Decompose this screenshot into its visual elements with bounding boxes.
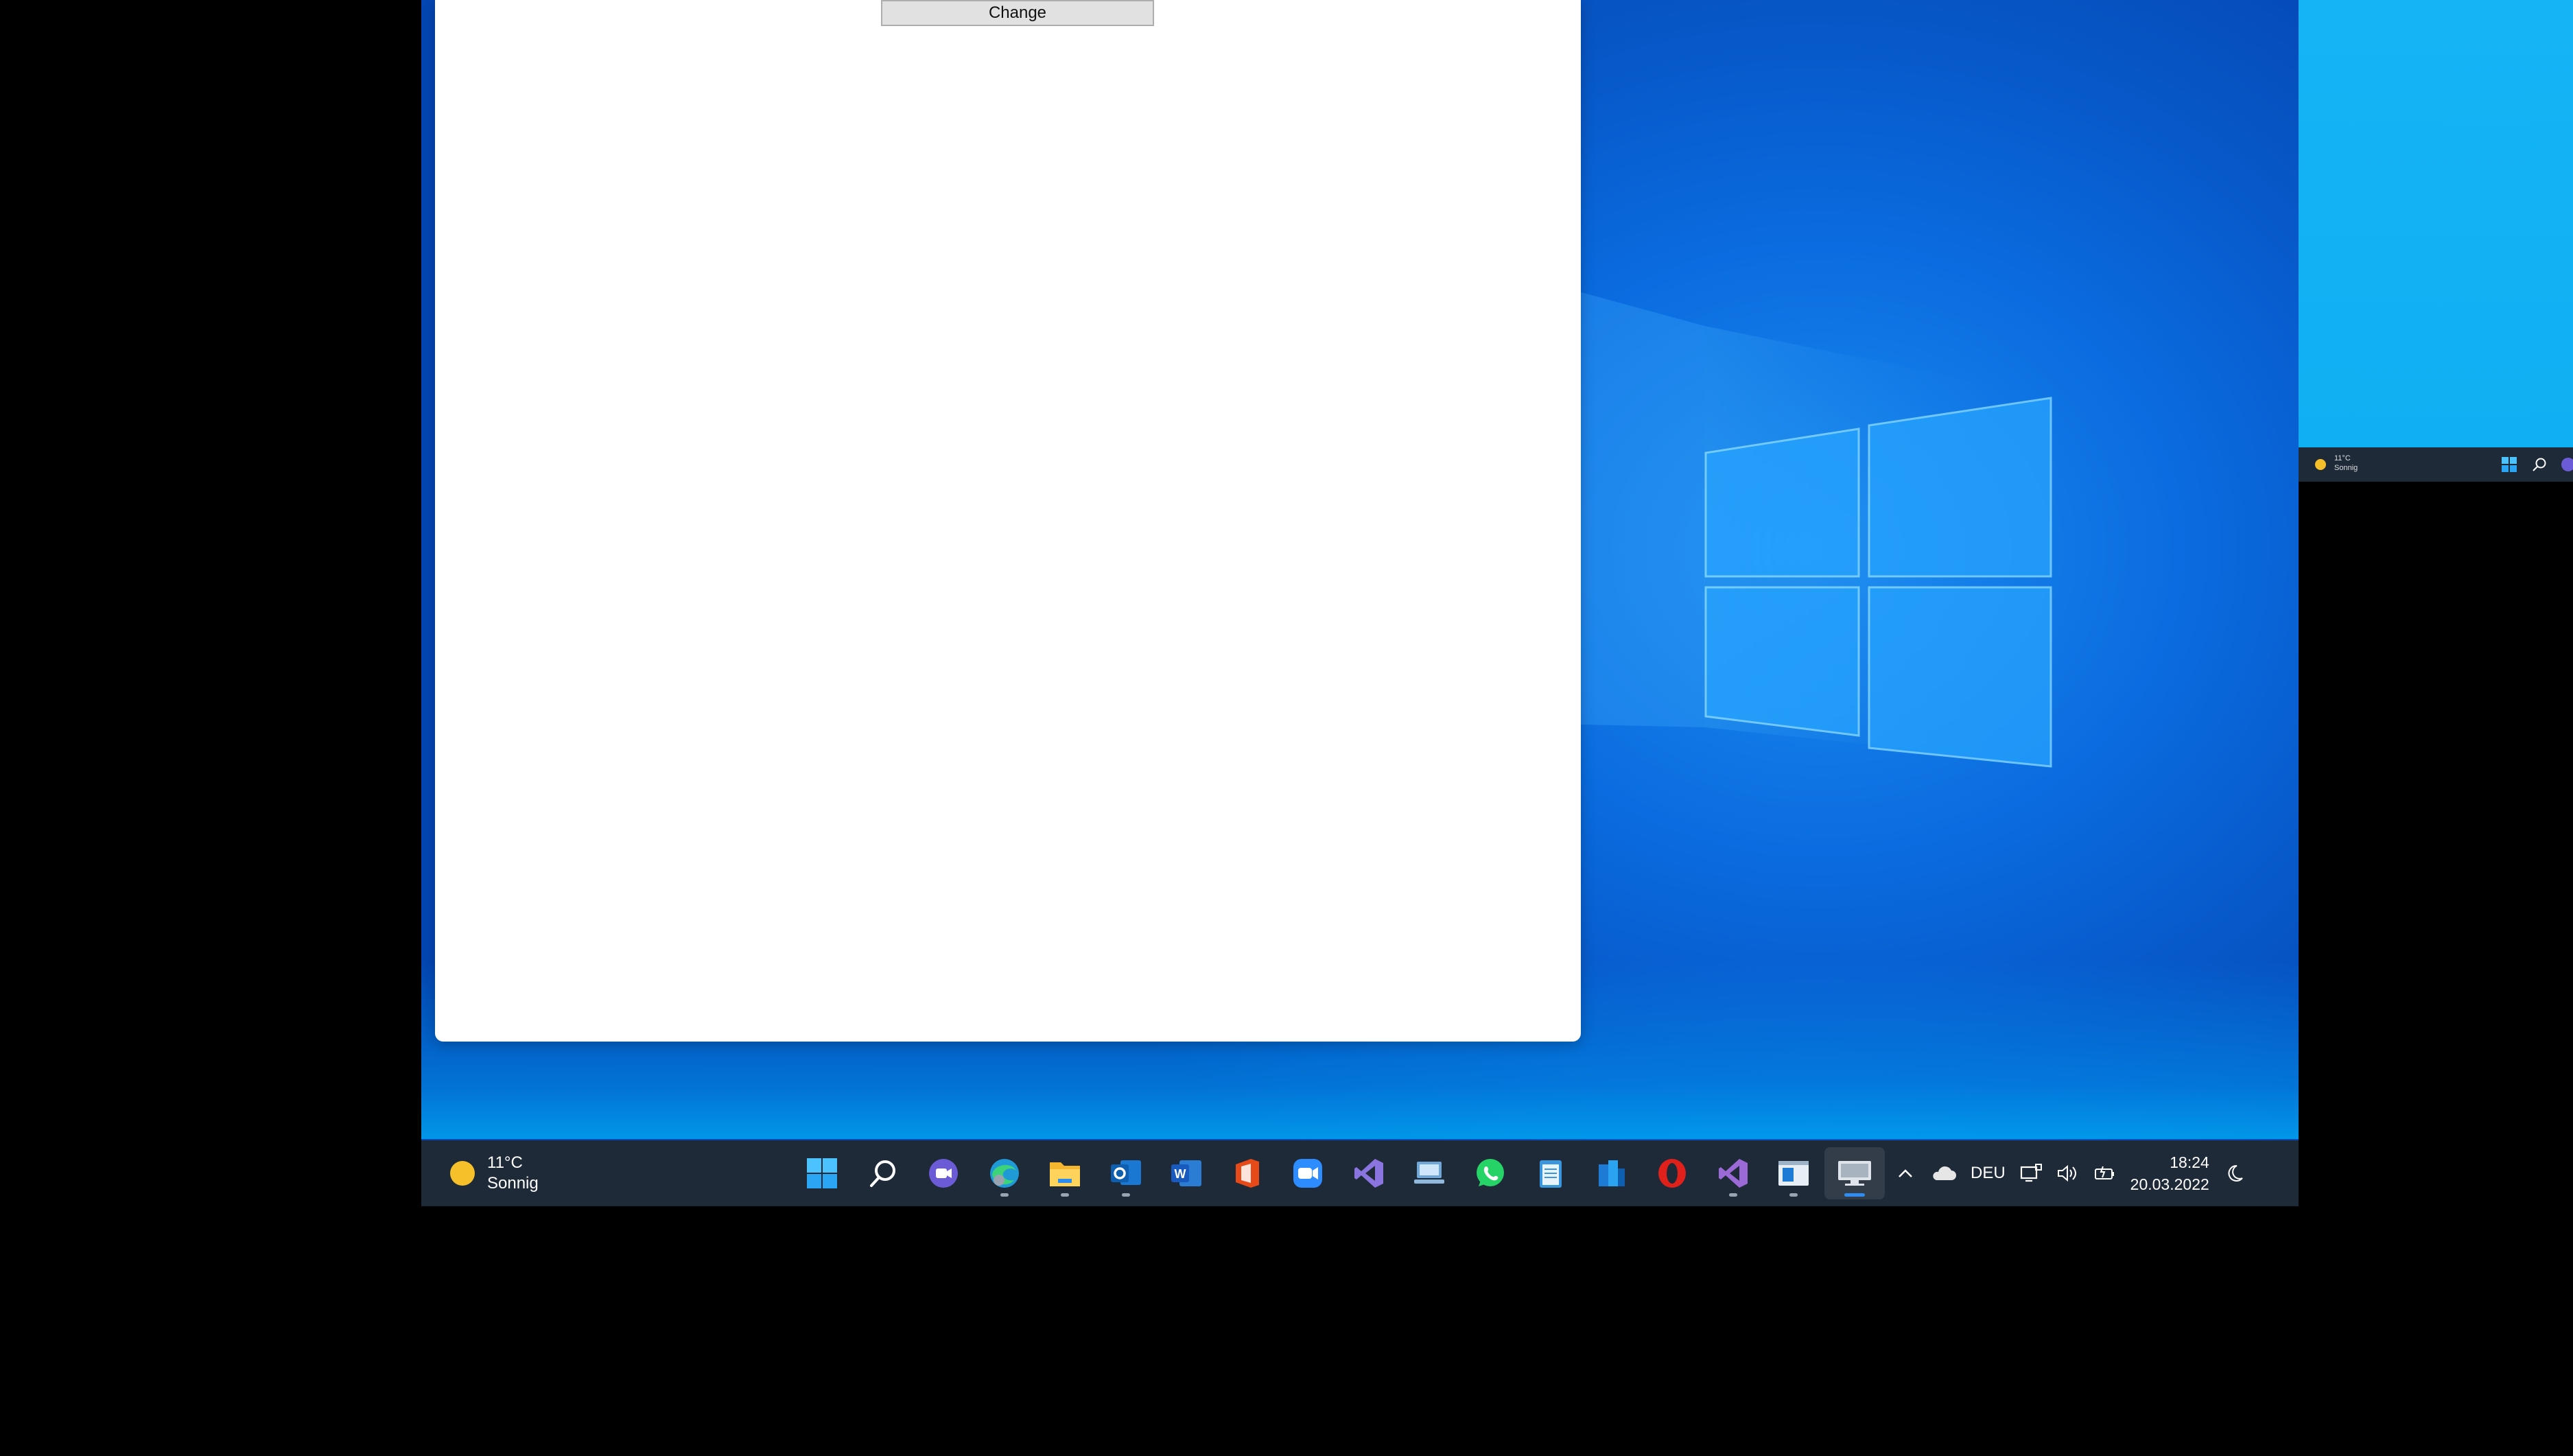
- word-icon: W: [1171, 1160, 1202, 1186]
- start-button[interactable]: [792, 1147, 853, 1199]
- weather-temperature: 11°C: [487, 1153, 523, 1172]
- weather-condition: Sonnig: [487, 1174, 539, 1193]
- clock[interactable]: 18:24 20.03.2022: [2130, 1151, 2209, 1195]
- running-indicator: [1728, 1193, 1737, 1197]
- desktop: Change 11°C Sonnig W DEU 18:24 20.03.202…: [421, 0, 2299, 1206]
- search-button[interactable]: [853, 1147, 914, 1199]
- whatsapp-icon: [1476, 1159, 1504, 1186]
- second-desktop: [2299, 0, 2573, 447]
- opera-button[interactable]: [1642, 1147, 1703, 1199]
- zoom-icon: [1293, 1159, 1323, 1188]
- sun-icon: [450, 1161, 475, 1186]
- taskbar-apps: W: [792, 1147, 1885, 1199]
- svg-text:W: W: [1175, 1167, 1186, 1181]
- clock-date: 20.03.2022: [2130, 1175, 2209, 1193]
- opera-icon: [1658, 1159, 1687, 1188]
- network-icon: [2020, 1164, 2042, 1182]
- edge-button[interactable]: [974, 1147, 1035, 1199]
- moon-icon: [2228, 1164, 2243, 1182]
- windows-logo-wallpaper: [1553, 285, 2052, 768]
- running-indicator: [1121, 1193, 1130, 1197]
- outlook-button[interactable]: [1096, 1147, 1157, 1199]
- teams-chat-button[interactable]: [913, 1147, 974, 1199]
- sun-icon: [2315, 459, 2326, 470]
- start-icon: [807, 1158, 838, 1188]
- language-indicator[interactable]: DEU: [1971, 1164, 2006, 1183]
- change-button[interactable]: Change: [881, 0, 1154, 26]
- second-monitor: 11°C Sonnig: [2299, 0, 2573, 482]
- second-weather-temperature: 11°C: [2334, 454, 2351, 462]
- search-icon: [869, 1160, 895, 1187]
- teams-chat-icon: [929, 1159, 959, 1188]
- azure-data-studio-button[interactable]: [1582, 1147, 1643, 1199]
- azure-data-studio-icon: [1598, 1160, 1625, 1186]
- battery-button[interactable]: [2093, 1163, 2117, 1184]
- second-weather-condition: Sonnig: [2334, 464, 2358, 472]
- office-icon: [1235, 1159, 1259, 1188]
- app-window: Change: [435, 0, 1581, 1042]
- notepad-button[interactable]: [1520, 1147, 1582, 1199]
- remote-desktop-button[interactable]: [1399, 1147, 1460, 1199]
- window-app-button[interactable]: [1763, 1147, 1824, 1199]
- screen-app-icon: [1837, 1161, 1871, 1186]
- cloud-icon: [1933, 1166, 1956, 1180]
- file-explorer-button[interactable]: [1035, 1147, 1096, 1199]
- search-icon[interactable]: [2532, 457, 2547, 472]
- teams-chat-icon[interactable]: [2561, 457, 2573, 472]
- second-taskbar: 11°C Sonnig: [2299, 447, 2573, 482]
- weather-widget[interactable]: 11°C Sonnig: [450, 1153, 539, 1194]
- visual-studio-code-icon: [1354, 1159, 1383, 1188]
- edge-icon: [989, 1159, 1019, 1188]
- active-indicator: [1844, 1193, 1865, 1197]
- screen-app-button[interactable]: [1824, 1147, 1885, 1199]
- taskbar: 11°C Sonnig W DEU 18:24 20.03.2022: [421, 1140, 2299, 1206]
- zoom-button[interactable]: [1278, 1147, 1339, 1199]
- notepad-icon: [1540, 1160, 1562, 1188]
- battery-icon: [2094, 1166, 2114, 1179]
- volume-button[interactable]: [2056, 1163, 2080, 1184]
- system-tray: DEU 18:24 20.03.2022: [1895, 1150, 2259, 1197]
- clock-time: 18:24: [2170, 1153, 2209, 1171]
- visual-studio-button[interactable]: [1703, 1147, 1764, 1199]
- onedrive-button[interactable]: [1929, 1164, 1957, 1183]
- office-button[interactable]: [1217, 1147, 1278, 1199]
- running-indicator: [1789, 1193, 1798, 1197]
- whatsapp-button[interactable]: [1460, 1147, 1521, 1199]
- word-button[interactable]: W: [1156, 1147, 1217, 1199]
- running-indicator: [1061, 1193, 1070, 1197]
- chevron-up-icon: [1899, 1169, 1912, 1177]
- focus-assist-button[interactable]: [2224, 1163, 2245, 1184]
- show-hidden-icons-button[interactable]: [1895, 1163, 1916, 1184]
- network-button[interactable]: [2019, 1163, 2043, 1184]
- visual-studio-code-button[interactable]: [1339, 1147, 1400, 1199]
- remote-desktop-icon: [1414, 1162, 1445, 1184]
- start-icon[interactable]: [2502, 457, 2517, 472]
- visual-studio-icon: [1718, 1159, 1748, 1188]
- window-app-icon: [1778, 1161, 1809, 1186]
- speaker-icon: [2057, 1164, 2076, 1182]
- outlook-icon: [1110, 1160, 1141, 1185]
- file-explorer-icon: [1050, 1162, 1081, 1186]
- running-indicator: [1000, 1193, 1009, 1197]
